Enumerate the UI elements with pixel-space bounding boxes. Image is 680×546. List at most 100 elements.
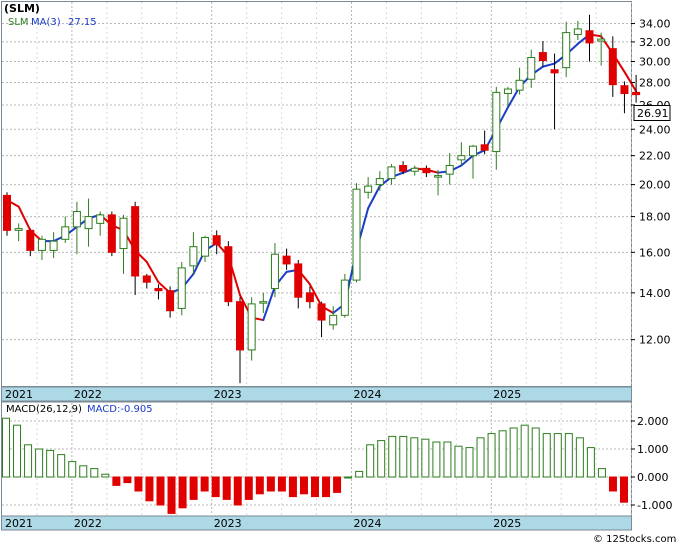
macd-bar [167,476,176,514]
macd-bar [145,476,154,502]
candle-body [457,155,466,161]
year-label: 2021 [5,517,33,530]
candle-body [72,211,81,228]
candle-body [597,38,606,42]
year-label: 2022 [74,517,102,530]
year-label: 2024 [354,517,382,530]
candle-body [585,30,594,44]
macd-bar [620,476,628,503]
candle-body [620,85,629,95]
price-tick-label: 22.00 [639,150,671,163]
macd-bar [189,476,198,500]
candle-body [142,275,151,283]
macd-bar [520,424,529,478]
candle-body [107,214,116,253]
candle-body [562,32,571,69]
macd-bar [476,437,485,478]
macd-bar [134,476,143,492]
macd-bar [366,444,375,478]
macd-name-label: MACD(26,12,9) [6,404,82,415]
macd-bar [509,427,518,478]
macd-tick-label: 1.000 [637,443,669,456]
macd-bar [178,476,187,509]
macd-bar [388,435,397,478]
symbol-label: (SLM) [4,2,40,15]
candle-body [364,185,373,193]
candle-body [26,229,35,251]
macd-bar [211,476,220,498]
year-label: 2023 [214,517,242,530]
macd-value-label: MACD:-0.905 [87,404,153,415]
candle-body [480,144,489,151]
macd-bar [564,433,573,478]
macd-bar [553,433,562,478]
macd-bar [35,448,44,478]
macd-bar [46,449,55,478]
macd-tick-label: -1.000 [637,499,672,512]
candle-body [3,194,11,231]
candle-body [14,228,23,231]
macd-bar [288,476,297,498]
stock-chart: 34.0032.0030.0028.0026.0024.0022.0020.00… [1,1,676,545]
macd-bar [531,427,540,478]
macd-bar [355,470,364,478]
price-tick-label: 24.00 [639,123,671,136]
candle-body [492,91,501,153]
macd-bar [2,417,10,478]
macd-bar [421,438,430,478]
candle-body [166,290,175,312]
ma-label: MA(3) [31,17,61,28]
macd-bar [575,437,584,478]
candle [224,241,233,307]
macd-y-axis: 2.000 1.000 0.000 -1.000 [631,415,672,512]
candle-body [375,178,384,186]
candle-body [387,166,396,180]
price-tick-label: 16.00 [639,246,671,259]
candle-body [399,164,408,172]
macd-bar [13,424,22,478]
candle-body [515,79,524,91]
candle-body [573,28,582,35]
candle-body [177,267,186,309]
macd-bar [465,447,474,478]
year-label: 2021 [5,388,33,401]
candle-body [119,217,128,250]
candle-body [329,314,338,326]
macd-bar [112,476,121,486]
candle-body [340,279,349,316]
price-tick-label: 28.00 [639,76,671,89]
year-label: 2025 [493,388,521,401]
macd-bar [90,468,99,478]
price-tick-label: 12.00 [639,334,671,347]
candle-body [550,69,559,74]
candle-body [131,206,140,277]
price-tick-label: 34.00 [639,18,671,31]
candle-body [96,214,105,224]
year-label: 2023 [214,388,242,401]
price-tick-label: 20.00 [639,179,671,192]
macd-bar [443,441,452,478]
candle-body [154,288,163,292]
macd-bar [399,435,408,478]
macd-bar [68,461,77,478]
candle [3,192,11,236]
macd-bar [123,476,132,484]
macd-bar [410,437,419,478]
macd-bar [156,476,165,506]
macd-bar [432,441,441,478]
macd-bar [200,476,209,492]
candle-body [434,175,443,178]
macd-bar [322,476,331,498]
watermark: © 12Stocks.com [593,534,676,545]
year-label: 2024 [354,388,382,401]
macd-bar [377,440,386,478]
candle-body [212,235,221,246]
macd-bar [608,476,617,492]
macd-bar [233,476,242,506]
candle-body [632,91,641,96]
macd-tick-label: 0.000 [637,471,669,484]
candle-body [469,145,477,157]
candle-body [49,240,58,251]
year-label: 2022 [74,388,102,401]
price-tick-label: 30.00 [639,56,671,69]
